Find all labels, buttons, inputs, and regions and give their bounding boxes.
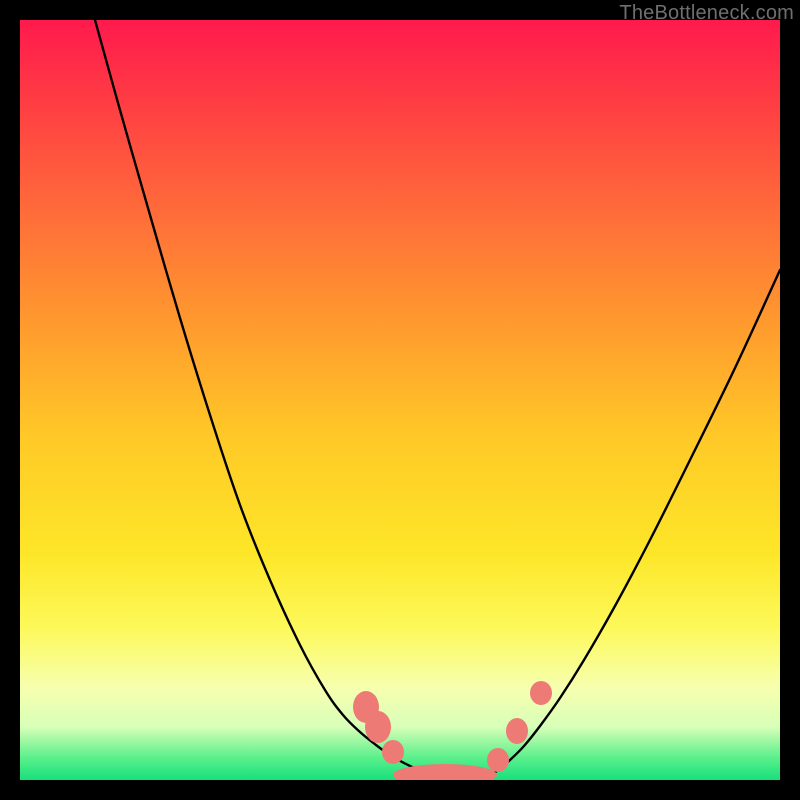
marker-6 bbox=[530, 681, 552, 705]
marker-1 bbox=[365, 711, 391, 743]
marker-2 bbox=[382, 740, 404, 764]
curve-right-branch bbox=[487, 270, 780, 778]
marker-5 bbox=[506, 718, 528, 744]
chart-plot-area bbox=[20, 20, 780, 780]
curve-left-branch bbox=[95, 20, 430, 778]
marker-4 bbox=[487, 748, 509, 772]
chart-svg bbox=[20, 20, 780, 780]
watermark-text: TheBottleneck.com bbox=[619, 2, 794, 25]
